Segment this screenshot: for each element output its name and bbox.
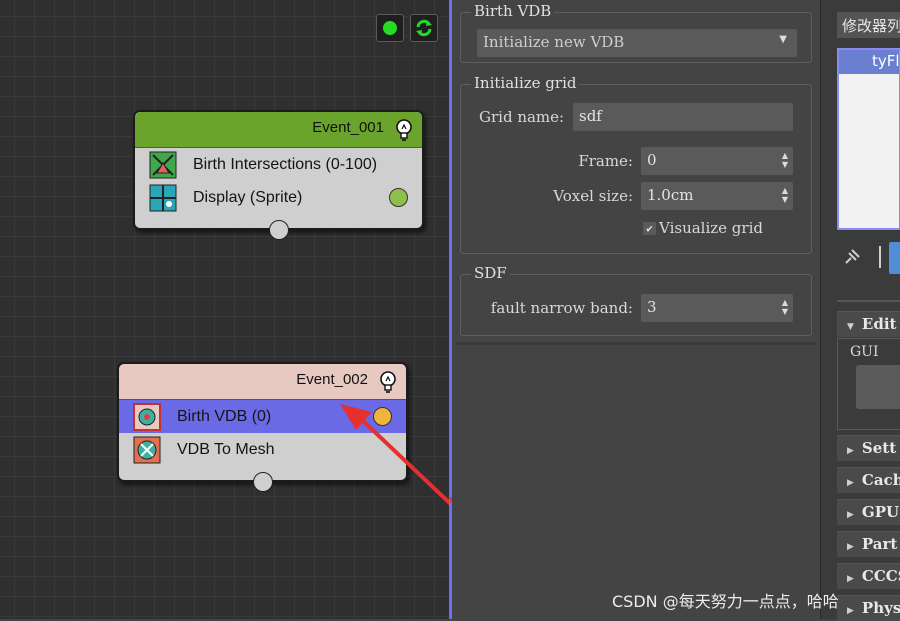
green-dot-icon	[383, 21, 397, 35]
rollout-particles[interactable]: ▶ Part	[837, 531, 900, 557]
operator-output-port[interactable]	[389, 188, 408, 207]
operator-label: Birth VDB (0)	[177, 407, 272, 425]
event-node-title: Event_002	[296, 371, 368, 388]
operator-birth-vdb[interactable]: Birth VDB (0)	[119, 400, 406, 433]
chevron-down-icon: ▼	[847, 322, 854, 332]
operator-display-sprite[interactable]: Display (Sprite)	[135, 181, 422, 214]
show-end-result-button[interactable]	[889, 242, 900, 274]
rollout-label: Phys	[861, 599, 900, 617]
status-button[interactable]	[376, 14, 404, 42]
vdb-mode-dropdown[interactable]: Initialize new VDB ▼	[477, 29, 797, 57]
grid-name-field[interactable]: sdf	[573, 103, 793, 131]
annotation-arrow	[340, 404, 452, 508]
rollout-label: GPU	[861, 503, 900, 521]
field-value: 0	[647, 151, 657, 169]
chevron-right-icon: ▶	[847, 510, 854, 520]
operator-vdb-to-mesh[interactable]: VDB To Mesh	[119, 433, 406, 466]
event-node-002[interactable]: Event_002 Birth VDB (0) VDB To Mesh	[117, 362, 408, 492]
group-title: Initialize grid	[471, 74, 580, 92]
spinner-arrows-icon[interactable]: ▲ ▼	[781, 186, 789, 204]
spinner-arrows-icon[interactable]: ▲ ▼	[781, 151, 789, 169]
refresh-button[interactable]	[410, 14, 438, 42]
narrow-band-spinner[interactable]: 3 ▲ ▼	[641, 294, 793, 322]
voxel-size-label: Voxel size:	[553, 187, 633, 205]
birth-vdb-group: Birth VDB Initialize new VDB ▼	[460, 2, 812, 63]
event-node-header[interactable]: Event_001	[135, 112, 422, 148]
refresh-icon	[416, 19, 432, 37]
display-icon	[149, 184, 177, 211]
lightbulb-icon[interactable]	[394, 118, 414, 142]
birth-vdb-icon	[133, 402, 161, 431]
checkmark-icon: ✔	[643, 221, 656, 235]
pin-stack-icon[interactable]	[843, 248, 861, 266]
modifier-stack-item[interactable]: tyFl	[839, 50, 899, 74]
rollout-cccs[interactable]: ▶ CCCS	[837, 563, 900, 589]
initialize-grid-group: Initialize grid Grid name: sdf Frame: 0 …	[460, 74, 812, 254]
chevron-right-icon: ▶	[847, 542, 854, 552]
rollout-label: Part	[861, 535, 898, 553]
event-node-header[interactable]: Event_002	[119, 364, 406, 400]
operator-label: VDB To Mesh	[177, 440, 275, 458]
group-title: SDF	[471, 264, 510, 282]
rollout-label: Sett	[861, 439, 897, 457]
field-value: sdf	[579, 107, 602, 125]
rollout-edit[interactable]: ▼ Edit	[837, 311, 900, 337]
grid-name-label: Grid name:	[479, 108, 565, 126]
rollout-settings[interactable]: ▶ Sett	[837, 435, 900, 461]
sdf-group: SDF fault narrow band: 3 ▲ ▼	[460, 264, 812, 336]
visualize-grid-label: Visualize grid	[659, 219, 763, 237]
chevron-right-icon: ▶	[847, 574, 854, 584]
panel-divider	[837, 300, 900, 302]
group-title: Birth VDB	[471, 2, 555, 20]
rollout-gpu[interactable]: ▶ GPU	[837, 499, 900, 525]
operator-birth-intersections[interactable]: Birth Intersections (0-100)	[135, 148, 422, 181]
gui-label: GUI	[850, 344, 879, 360]
event-node-001[interactable]: Event_001 Birth Intersections (0-100) Di…	[133, 110, 424, 240]
narrow-band-label: fault narrow band:	[490, 299, 633, 317]
rollout-cache[interactable]: ▶ Cach	[837, 467, 900, 493]
command-panel: 修改器列 tyFl ▼ Edit GUI ▶ Sett ▶ Cach ▶ GPU ▶ Pa…	[820, 0, 900, 621]
chevron-right-icon: ▶	[847, 446, 854, 456]
operator-label: Display (Sprite)	[193, 188, 303, 206]
gui-group: GUI	[837, 338, 900, 430]
chevron-right-icon: ▶	[847, 606, 854, 616]
operator-parameters-panel: Birth VDB Initialize new VDB ▼ Initializ…	[452, 0, 820, 619]
operator-output-port[interactable]	[373, 407, 392, 426]
particle-flow-graph[interactable]: Event_001 Birth Intersections (0-100) Di…	[0, 0, 452, 619]
lightbulb-icon[interactable]	[378, 370, 398, 394]
frame-label: Frame:	[578, 152, 633, 170]
rollout-label: Edit	[861, 315, 897, 333]
modifier-stack-list[interactable]: tyFl	[837, 48, 900, 230]
voxel-size-spinner[interactable]: 1.0cm ▲ ▼	[641, 182, 793, 210]
node-output-port[interactable]	[253, 472, 273, 492]
panel-divider	[456, 342, 816, 345]
visualize-grid-checkbox[interactable]: ✔ Visualize grid	[643, 219, 763, 237]
field-value: 1.0cm	[647, 186, 694, 204]
spinner-arrows-icon[interactable]: ▲ ▼	[781, 298, 789, 316]
modifier-list-label: 修改器列	[842, 17, 900, 35]
watermark: CSDN @每天努力一点点，哈哈	[612, 592, 839, 611]
chevron-down-icon: ▼	[779, 34, 787, 45]
operator-label: Birth Intersections (0-100)	[193, 155, 378, 173]
modifier-list-dropdown[interactable]: 修改器列	[837, 12, 900, 38]
stack-item-label: tyFl	[872, 52, 899, 70]
chevron-right-icon: ▶	[847, 478, 854, 488]
vdb-to-mesh-icon	[133, 436, 161, 463]
rollout-label: Cach	[861, 471, 900, 489]
node-output-port[interactable]	[269, 220, 289, 240]
birth-intersections-icon	[149, 151, 177, 178]
dropdown-value: Initialize new VDB	[483, 33, 625, 51]
toolbar-separator	[879, 246, 881, 268]
event-node-title: Event_001	[312, 119, 384, 136]
rollout-label: CCCS	[861, 567, 900, 585]
field-value: 3	[647, 298, 657, 316]
gui-open-button[interactable]	[856, 365, 900, 409]
rollout-physx[interactable]: ▶ Phys	[837, 595, 900, 621]
frame-spinner[interactable]: 0 ▲ ▼	[641, 147, 793, 175]
